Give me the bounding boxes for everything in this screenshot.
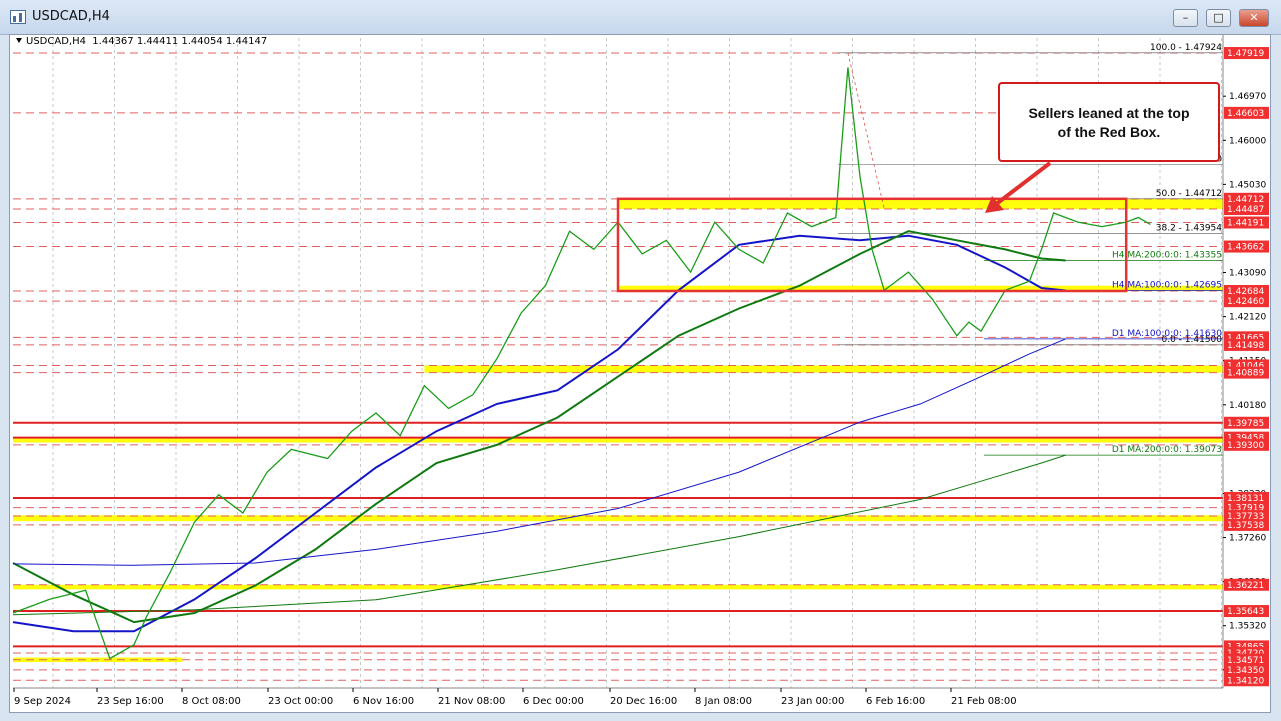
fibonacci-trend-line xyxy=(847,52,885,209)
support-resistance-zone xyxy=(13,438,1223,443)
time-axis-tick-label: 23 Jan 00:00 xyxy=(781,696,844,707)
time-axis-tick-label: 6 Nov 16:00 xyxy=(353,696,414,707)
moving-average-label: H4 MA:100:0:0: 1.42695 xyxy=(1112,281,1222,291)
price-axis-tick-label: 1.42120 xyxy=(1229,313,1266,323)
fibonacci-level-label: 38.2 - 1.43954 xyxy=(1156,223,1222,233)
price-axis-tick-label: 1.43090 xyxy=(1229,269,1266,279)
price-axis-tick-label: 1.45030 xyxy=(1229,180,1266,190)
price-axis-tick-label: 1.40180 xyxy=(1229,401,1266,411)
price-tag-label: 1.34120 xyxy=(1227,676,1264,686)
support-resistance-zone xyxy=(618,198,1223,210)
price-tag-label: 1.39785 xyxy=(1227,419,1264,429)
price-line xyxy=(12,67,1151,660)
price-tag-label: 1.43662 xyxy=(1227,243,1264,253)
support-resistance-zone xyxy=(424,365,1223,373)
time-axis-tick-label: 9 Sep 2024 xyxy=(14,696,71,707)
price-axis-tick-label: 1.46970 xyxy=(1229,92,1266,102)
price-tag-label: 1.35643 xyxy=(1227,607,1264,617)
price-tag-label: 1.41498 xyxy=(1227,341,1264,351)
time-axis-tick-label: 6 Dec 00:00 xyxy=(523,696,584,707)
price-tag-label: 1.44487 xyxy=(1227,205,1264,215)
moving-average-label: D1 MA:100:0:0: 1.41630 xyxy=(1112,329,1222,339)
price-tag-label: 1.39300 xyxy=(1227,441,1264,451)
price-tag-label: 1.42460 xyxy=(1227,297,1264,307)
time-axis-tick-label: 8 Oct 08:00 xyxy=(182,696,241,707)
time-axis-tick-label: 21 Feb 08:00 xyxy=(951,696,1017,707)
red-range-box xyxy=(616,197,1128,293)
price-axis-tick-label: 1.35320 xyxy=(1229,622,1266,632)
price-tag-label: 1.47919 xyxy=(1227,49,1264,59)
price-tag-label: 1.37538 xyxy=(1227,521,1264,531)
price-axis-tick-label: 1.37260 xyxy=(1229,534,1266,544)
time-axis-tick-label: 23 Sep 16:00 xyxy=(97,696,164,707)
price-axis-tick-label: 1.46000 xyxy=(1229,136,1266,146)
time-axis-tick-label: 21 Nov 08:00 xyxy=(438,696,505,707)
moving-average-label: D1 MA:200:0:0: 1.39073 xyxy=(1112,445,1222,455)
callout-line-2: of the Red Box. xyxy=(1057,124,1161,140)
time-axis-tick-label: 6 Feb 16:00 xyxy=(866,696,925,707)
time-axis-tick-label: 8 Jan 08:00 xyxy=(695,696,752,707)
moving-average-label: H4 MA:200:0:0: 1.43355 xyxy=(1112,251,1222,261)
annotation-callout: Sellers leaned at the top of the Red Box… xyxy=(998,82,1220,162)
support-resistance-zone xyxy=(13,584,1223,590)
callout-line-1: Sellers leaned at the top xyxy=(1028,105,1190,121)
fibonacci-level-label: 100.0 - 1.47924 xyxy=(1150,43,1222,53)
symbol-ohlc-info: USDCAD,H4 1.44367 1.44411 1.44054 1.4414… xyxy=(16,36,267,47)
moving-average-line xyxy=(12,454,1066,616)
fibonacci-level-label: 50.0 - 1.44712 xyxy=(1156,189,1222,199)
time-axis-tick-label: 23 Oct 00:00 xyxy=(268,696,333,707)
price-tag-label: 1.44191 xyxy=(1227,219,1264,229)
price-tag-label: 1.40889 xyxy=(1227,369,1264,379)
price-tag-label: 1.46603 xyxy=(1227,109,1264,119)
price-tag-label: 1.36221 xyxy=(1227,581,1264,591)
time-axis-tick-label: 20 Dec 16:00 xyxy=(610,696,677,707)
